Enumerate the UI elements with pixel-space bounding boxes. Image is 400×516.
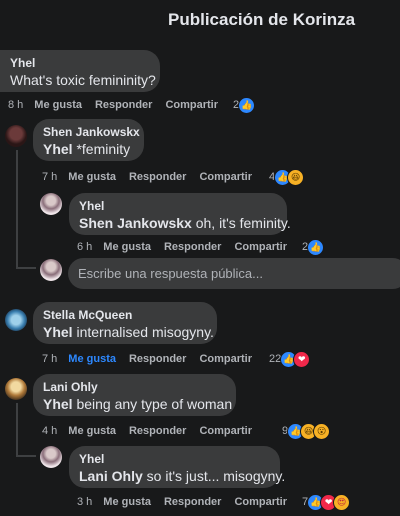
- comment-text: so it's just... misogyny.: [142, 468, 286, 484]
- reaction-summary[interactable]: 4 👍 😆: [269, 168, 305, 186]
- mention-link[interactable]: Yhel: [43, 141, 73, 157]
- wow-reaction-icon: 😮: [313, 422, 331, 440]
- avatar[interactable]: [5, 125, 27, 147]
- comment-text: *feminity: [72, 141, 131, 157]
- share-link[interactable]: Compartir: [199, 425, 252, 437]
- share-link[interactable]: Compartir: [199, 171, 252, 183]
- like-link[interactable]: Me gusta: [103, 241, 151, 253]
- comment-text: internalised misogyny.: [72, 324, 214, 340]
- thread-line: [16, 455, 36, 457]
- comment-actions: 7 h Me gusta Responder Compartir: [42, 169, 265, 185]
- reaction-summary[interactable]: 2 👍: [233, 96, 256, 114]
- mention-link[interactable]: Yhel: [43, 324, 73, 340]
- comment-text: What's toxic femininity?: [10, 72, 156, 88]
- comment-time[interactable]: 7 h: [42, 353, 57, 365]
- reply-input[interactable]: [68, 258, 400, 289]
- comment-text: being any type of woman: [72, 396, 233, 412]
- reply-link[interactable]: Responder: [129, 425, 186, 437]
- avatar[interactable]: [5, 378, 27, 400]
- comment-author[interactable]: Yhel: [79, 199, 275, 214]
- comment-actions: 4 h Me gusta Responder Compartir: [42, 423, 265, 439]
- reply-link[interactable]: Responder: [95, 99, 152, 111]
- reaction-summary[interactable]: 7 👍 ❤ 😍: [302, 493, 351, 511]
- avatar[interactable]: [40, 259, 62, 281]
- mention-link[interactable]: Yhel: [43, 396, 73, 412]
- like-link[interactable]: Me gusta: [34, 99, 82, 111]
- share-link[interactable]: Compartir: [234, 241, 287, 253]
- comment-text: oh, it's feminity.: [191, 215, 291, 231]
- like-link[interactable]: Me gusta: [68, 171, 116, 183]
- comment-time[interactable]: 3 h: [77, 496, 92, 508]
- comment-bubble: Yhel What's toxic femininity?: [0, 50, 160, 92]
- comment-author[interactable]: Stella McQueen: [43, 308, 205, 323]
- comment-bubble: Shen Jankowskx Yhel *feminity: [33, 119, 144, 161]
- comment-author[interactable]: Yhel: [10, 56, 148, 71]
- reply-link[interactable]: Responder: [129, 353, 186, 365]
- comment-bubble: Stella McQueen Yhel internalised misogyn…: [33, 302, 217, 344]
- avatar[interactable]: [40, 446, 62, 468]
- like-reaction-icon: 👍: [307, 238, 325, 256]
- thread-line: [16, 267, 36, 269]
- mention-link[interactable]: Lani Ohly: [79, 468, 143, 484]
- thread-line: [16, 403, 18, 457]
- like-link[interactable]: Me gusta: [103, 496, 151, 508]
- reaction-summary[interactable]: 22 👍 ❤: [269, 350, 311, 368]
- reply-link[interactable]: Responder: [164, 241, 221, 253]
- haha-reaction-icon: 😆: [287, 168, 305, 186]
- comment-actions: 7 h Me gusta Responder Compartir: [42, 351, 265, 367]
- post-header: Publicación de Korinza: [0, 0, 400, 42]
- comment-bubble: Lani Ohly Yhel being any type of woman: [33, 374, 236, 416]
- comment-author[interactable]: Yhel: [79, 452, 268, 467]
- comment-actions: 8 h Me gusta Responder Compartir: [8, 97, 231, 113]
- love-reaction-icon: ❤: [293, 350, 311, 368]
- reply-link[interactable]: Responder: [164, 496, 221, 508]
- page-title: Publicación de Korinza: [168, 10, 356, 29]
- comment-bubble: Yhel Lani Ohly so it's just... misogyny.: [69, 446, 285, 488]
- avatar[interactable]: [5, 309, 27, 331]
- share-link[interactable]: Compartir: [165, 99, 218, 111]
- care-reaction-icon: 😍: [333, 493, 351, 511]
- share-link[interactable]: Compartir: [199, 353, 252, 365]
- comment-author[interactable]: Shen Jankowskx: [43, 125, 140, 140]
- comment-time[interactable]: 7 h: [42, 171, 57, 183]
- mention-link[interactable]: Shen Jankowskx: [79, 215, 192, 231]
- like-link-active[interactable]: Me gusta: [68, 353, 116, 365]
- avatar[interactable]: [40, 193, 62, 215]
- comment-time[interactable]: 6 h: [77, 241, 92, 253]
- comment-author[interactable]: Lani Ohly: [43, 380, 224, 395]
- reaction-summary[interactable]: 9 👍 😆 😮: [282, 422, 331, 440]
- like-reaction-icon: 👍: [238, 96, 256, 114]
- share-link[interactable]: Compartir: [234, 496, 287, 508]
- comment-actions: 3 h Me gusta Responder Compartir: [77, 494, 300, 510]
- reaction-summary[interactable]: 2 👍: [302, 238, 325, 256]
- thread-line: [16, 150, 18, 268]
- like-link[interactable]: Me gusta: [68, 425, 116, 437]
- comment-bubble: Yhel Shen Jankowskx oh, it's feminity.: [69, 193, 291, 235]
- comment-time[interactable]: 4 h: [42, 425, 57, 437]
- reply-link[interactable]: Responder: [129, 171, 186, 183]
- comment-actions: 6 h Me gusta Responder Compartir: [77, 239, 300, 255]
- comment-time[interactable]: 8 h: [8, 99, 23, 111]
